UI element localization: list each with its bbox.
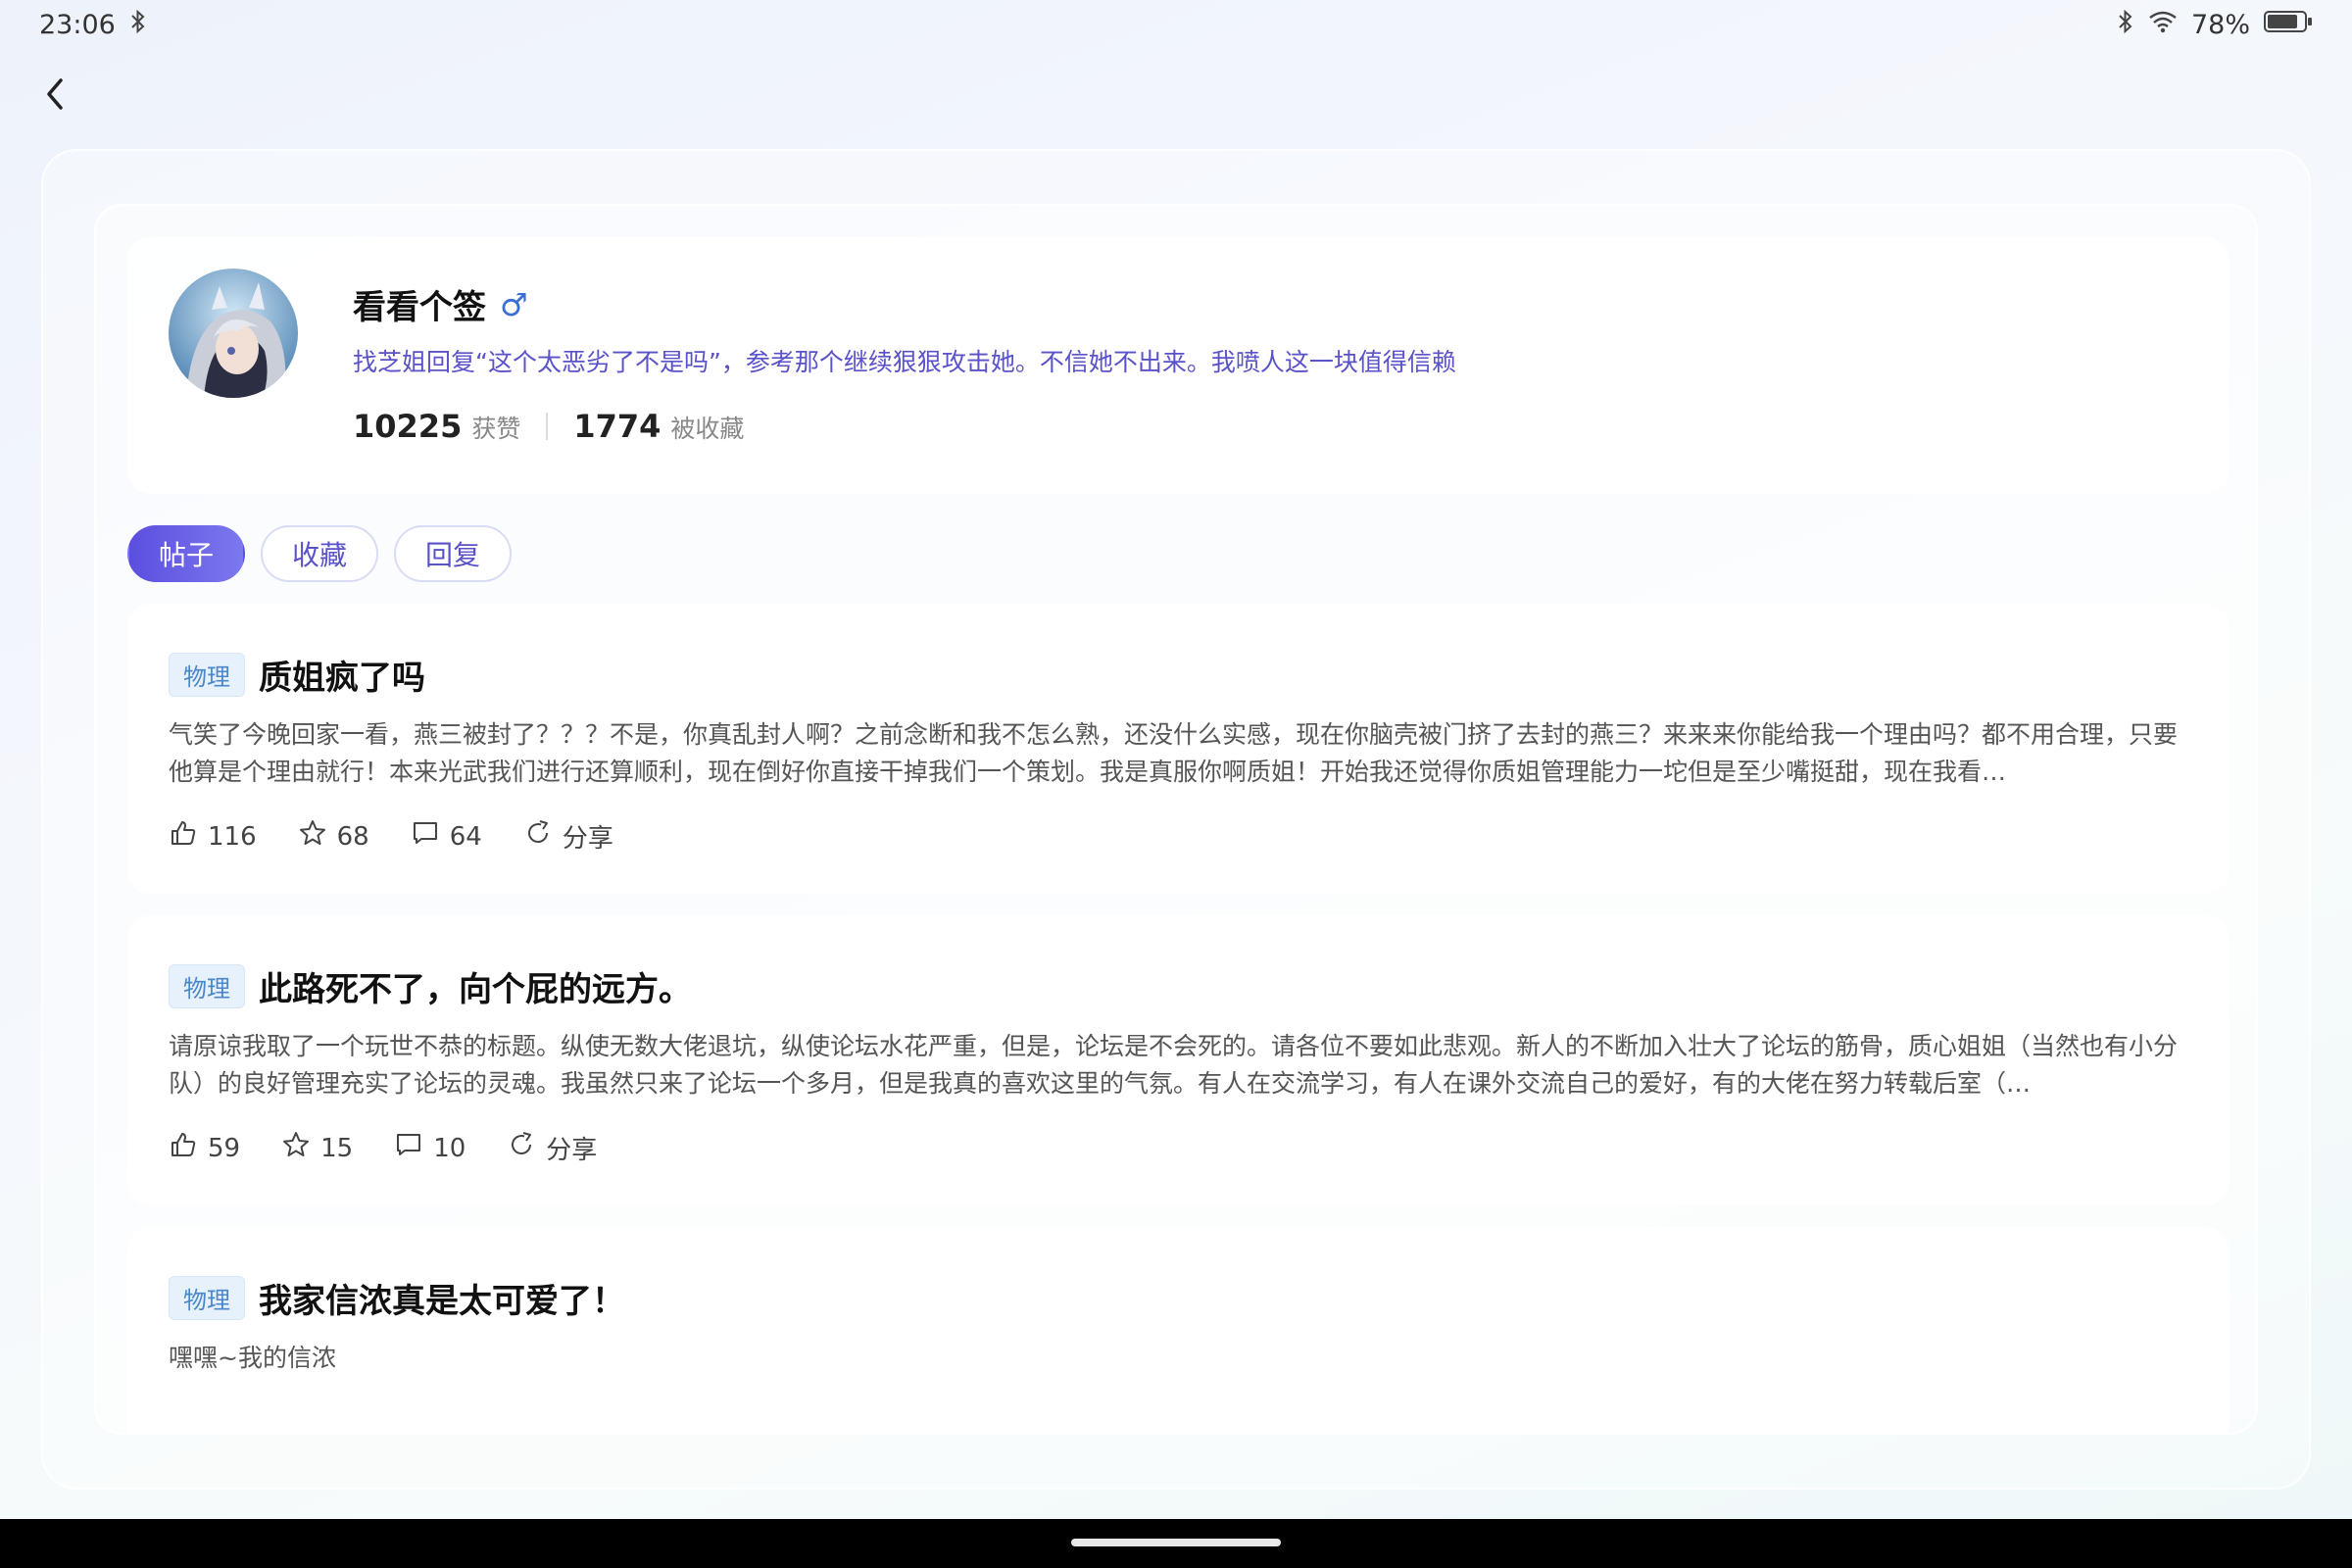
comment-button[interactable]: 64 xyxy=(411,818,482,855)
favorited-label: 被收藏 xyxy=(670,415,745,443)
favorite-count: 15 xyxy=(320,1133,354,1163)
post-title-row: 物理 质姐疯了吗 xyxy=(169,651,2187,699)
user-signature: 找芝姐回复“这个太恶劣了不是吗”，参考那个继续狠狠攻击她。不信她不出来。我喷人这… xyxy=(353,348,1456,376)
post-actions: 116 68 64 分享 xyxy=(169,818,2187,855)
share-icon xyxy=(507,1130,536,1166)
post-tag[interactable]: 物理 xyxy=(169,653,245,697)
share-icon xyxy=(523,818,553,855)
stats-divider xyxy=(546,413,549,440)
comment-count: 10 xyxy=(433,1133,466,1163)
post-actions: 59 15 10 分享 xyxy=(169,1130,2187,1166)
thumbs-up-icon xyxy=(169,818,198,855)
like-count: 116 xyxy=(208,821,257,852)
share-label: 分享 xyxy=(562,824,613,854)
profile-panel: 看看个签 ♂ 找芝姐回复“这个太恶劣了不是吗”，参考那个继续狠狠攻击她。不信她不… xyxy=(94,204,2258,1435)
star-icon xyxy=(298,818,327,855)
user-name: 看看个签 xyxy=(353,288,486,327)
favorited-count: 1774 xyxy=(573,408,662,445)
tab-bar: 帖子 收藏 回复 xyxy=(127,525,513,582)
status-right: 78% xyxy=(2117,9,2313,41)
home-indicator[interactable] xyxy=(1071,1539,1281,1546)
status-time: 23:06 xyxy=(39,9,116,40)
share-label: 分享 xyxy=(546,1136,598,1165)
wifi-icon xyxy=(2148,10,2178,40)
share-button[interactable]: 分享 xyxy=(523,818,613,855)
post-tag[interactable]: 物理 xyxy=(169,964,245,1008)
tab-replies[interactable]: 回复 xyxy=(394,525,513,582)
favorite-button[interactable]: 68 xyxy=(298,818,369,855)
post-title[interactable]: 此路死不了，向个屁的远方。 xyxy=(259,962,692,1010)
tab-posts[interactable]: 帖子 xyxy=(127,525,246,582)
battery-percent: 78% xyxy=(2190,9,2250,40)
share-button[interactable]: 分享 xyxy=(507,1130,597,1166)
post-body[interactable]: 请原谅我取了一个玩世不恭的标题。纵使无数大佬退坑，纵使论坛水花严重，但是，论坛是… xyxy=(169,1028,2187,1102)
chevron-left-icon xyxy=(43,76,67,116)
bluetooth-icon xyxy=(129,9,147,41)
profile-card: 看看个签 ♂ 找芝姐回复“这个太恶劣了不是吗”，参考那个继续狠狠攻击她。不信她不… xyxy=(127,237,2229,494)
favorite-button[interactable]: 15 xyxy=(281,1130,353,1166)
like-button[interactable]: 116 xyxy=(169,818,257,855)
post-title[interactable]: 质姐疯了吗 xyxy=(259,651,425,699)
post-title-row: 物理 我家信浓真是太可爱了！ xyxy=(169,1274,2187,1322)
comment-count: 64 xyxy=(449,821,482,852)
status-left: 23:06 xyxy=(39,9,147,41)
comment-icon xyxy=(394,1130,423,1166)
male-icon: ♂ xyxy=(500,285,528,323)
post-card[interactable]: 物理 质姐疯了吗 气笑了今晚回家一看，燕三被封了？？？不是，你真乱封人啊？之前念… xyxy=(127,604,2229,894)
thumbs-up-icon xyxy=(169,1130,198,1166)
post-title-row: 物理 此路死不了，向个屁的远方。 xyxy=(169,962,2187,1010)
status-bar: 23:06 78% xyxy=(0,0,2352,49)
star-icon xyxy=(281,1130,311,1166)
post-body[interactable]: 嘿嘿~我的信浓 xyxy=(169,1340,2187,1377)
likes-label: 获赞 xyxy=(471,415,521,443)
comment-button[interactable]: 10 xyxy=(394,1130,466,1166)
back-button[interactable] xyxy=(35,74,74,118)
comment-icon xyxy=(411,818,440,855)
bluetooth-icon xyxy=(2117,9,2134,41)
likes-count: 10225 xyxy=(353,408,463,445)
post-card[interactable]: 物理 我家信浓真是太可爱了！ 嘿嘿~我的信浓 xyxy=(127,1227,2229,1433)
post-tag[interactable]: 物理 xyxy=(169,1276,245,1320)
favorite-count: 68 xyxy=(336,821,369,852)
user-name-row: 看看个签 ♂ xyxy=(353,280,528,328)
like-button[interactable]: 59 xyxy=(169,1130,240,1166)
stats-row: 10225 获赞 1774 被收藏 xyxy=(353,408,744,445)
like-count: 59 xyxy=(208,1133,241,1163)
post-body[interactable]: 气笑了今晚回家一看，燕三被封了？？？不是，你真乱封人啊？之前念断和我不怎么熟，还… xyxy=(169,716,2187,791)
post-title[interactable]: 我家信浓真是太可爱了！ xyxy=(259,1274,625,1322)
tab-favorites[interactable]: 收藏 xyxy=(261,525,379,582)
avatar[interactable] xyxy=(169,269,298,398)
post-card[interactable]: 物理 此路死不了，向个屁的远方。 请原谅我取了一个玩世不恭的标题。纵使无数大佬退… xyxy=(127,915,2229,1205)
battery-icon xyxy=(2264,9,2313,41)
